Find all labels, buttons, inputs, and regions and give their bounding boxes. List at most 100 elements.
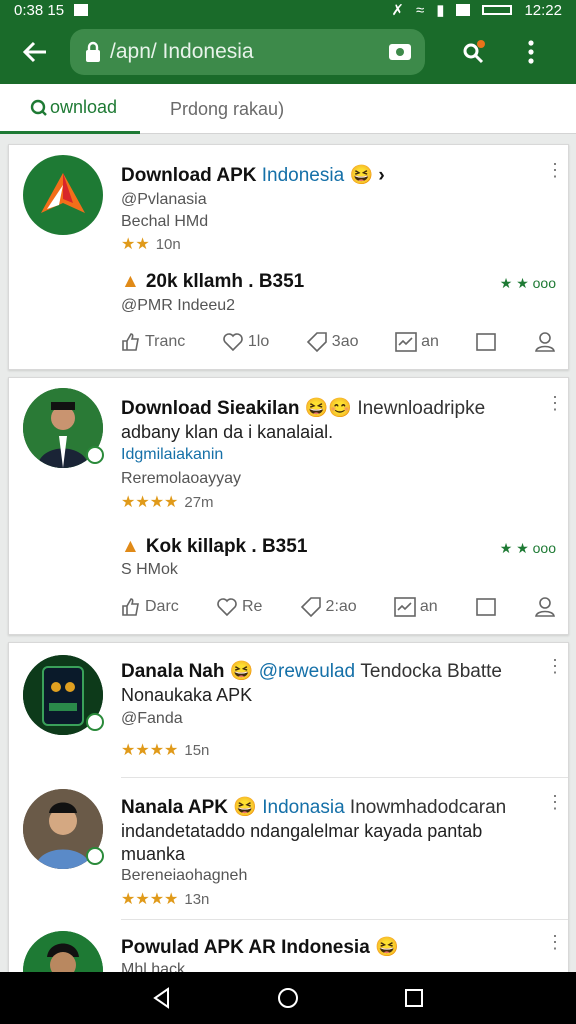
status-time-right: 12:22 bbox=[524, 1, 562, 19]
favorite-button[interactable]: Re bbox=[216, 597, 262, 617]
post-link[interactable]: Idgmilaiakanin bbox=[121, 446, 223, 464]
post-subtitle: Bereneiaohagneh bbox=[121, 867, 248, 884]
menu-button[interactable] bbox=[503, 20, 559, 84]
favorite-button[interactable]: 1lo bbox=[222, 332, 269, 352]
bluetooth-icon: ✗ bbox=[391, 2, 404, 19]
post-stat: ▲ 20k kllamh . B351 bbox=[121, 271, 305, 292]
verified-badge bbox=[86, 713, 104, 731]
post-text: indandetataddo ndangalelmar kayada panta… bbox=[121, 821, 483, 841]
divider bbox=[121, 919, 568, 920]
post-card[interactable]: Download APK Indonesia 😆 › ⋮ @Pvlanasia … bbox=[8, 144, 569, 370]
person-icon bbox=[535, 332, 555, 352]
camera-icon[interactable] bbox=[389, 44, 411, 60]
sim-icon bbox=[456, 4, 471, 16]
tab-bar: ownload Prdong rakau) bbox=[0, 84, 576, 134]
verified-badge bbox=[86, 446, 104, 464]
warning-icon: ▲ bbox=[121, 271, 140, 292]
share-icon bbox=[463, 40, 485, 64]
thumbs-up-icon bbox=[122, 598, 139, 616]
emoji-icon: 😆 › bbox=[349, 165, 385, 186]
post-text: Nonaukaka APK bbox=[121, 685, 253, 705]
back-button[interactable] bbox=[0, 20, 70, 84]
post-title-extra: Inewnloadripke bbox=[357, 398, 486, 419]
post-title[interactable]: Danala Nah 😆 @reweulad Tendocka Bbatte bbox=[121, 659, 502, 683]
post-list-card: Danala Nah 😆 @reweulad Tendocka Bbatte ⋮… bbox=[8, 642, 569, 1011]
post-title[interactable]: Powulad APK AR Indonesia 😆 bbox=[121, 935, 399, 959]
bookmark-icon bbox=[475, 598, 496, 616]
verified-badge bbox=[86, 847, 104, 865]
apk-logo-icon bbox=[41, 173, 85, 213]
share-button[interactable] bbox=[447, 20, 503, 84]
wifi-icon: ≈ bbox=[415, 1, 425, 19]
profile-button[interactable] bbox=[534, 596, 556, 618]
post-actions: Tranc 1lo 3ao an bbox=[121, 331, 556, 353]
lock-icon bbox=[86, 41, 100, 62]
more-options-button[interactable]: ⋮ bbox=[546, 933, 564, 951]
warning-icon: ▲ bbox=[121, 536, 140, 557]
bookmark-button[interactable] bbox=[475, 332, 497, 352]
tab-other[interactable]: Prdong rakau) bbox=[140, 84, 284, 134]
star-rating: ★★ 10n bbox=[121, 236, 181, 253]
like-button[interactable]: Tranc bbox=[121, 332, 185, 352]
tab-label: ownload bbox=[50, 97, 118, 117]
app-logo bbox=[23, 155, 103, 235]
post-actions: Darc Re 2:ao an bbox=[121, 596, 556, 618]
divider bbox=[121, 777, 568, 778]
profile-button[interactable] bbox=[534, 331, 556, 353]
star-rating: ★★★★ 15n bbox=[121, 742, 210, 759]
tag-icon bbox=[306, 332, 327, 353]
post-handle[interactable]: @Fanda bbox=[121, 710, 183, 728]
post-title-extra2: Inowmhadodcaran bbox=[349, 797, 507, 818]
bookmark-icon bbox=[476, 333, 497, 351]
post-subtitle: Reremolaoayyay bbox=[121, 470, 242, 487]
tab-download[interactable]: ownload bbox=[0, 84, 140, 134]
tag-button[interactable]: 2:ao bbox=[300, 596, 357, 618]
post-handle[interactable]: @Pvlanasia bbox=[121, 191, 207, 209]
post-title[interactable]: Download Sieakilan 😆😊 Inewnloadripke bbox=[121, 396, 485, 420]
battery-icon bbox=[482, 5, 513, 15]
post-title-extra: Indonasia bbox=[262, 797, 345, 818]
more-options-button[interactable]: ⋮ bbox=[546, 394, 564, 412]
more-options-button[interactable]: ⋮ bbox=[546, 161, 564, 179]
emoji-icon: 😆😊 bbox=[304, 398, 353, 419]
more-options-button[interactable]: ⋮ bbox=[546, 657, 564, 675]
post-text-2: muanka bbox=[121, 844, 186, 864]
like-button[interactable]: Darc bbox=[121, 597, 179, 617]
signal-icon: ▮ bbox=[436, 2, 445, 19]
star-rating: ★★★★ 27m bbox=[121, 494, 214, 511]
emoji-icon: 😆 bbox=[375, 937, 399, 958]
post-stat: ▲ Kok killapk . B351 bbox=[121, 536, 308, 557]
heart-icon bbox=[217, 598, 237, 617]
url-bar[interactable]: /apn/ Indonesia bbox=[70, 29, 425, 75]
chart-icon bbox=[395, 332, 417, 352]
post-stat-sub: @PMR Indeeu2 bbox=[121, 297, 236, 314]
heart-icon bbox=[223, 333, 243, 352]
emoji-icon: 😆 bbox=[233, 797, 257, 818]
status-bar: 0:38 15 ✗ ≈ ▮ 12:22 bbox=[0, 0, 576, 20]
back-nav-button[interactable] bbox=[152, 987, 172, 1009]
post-card[interactable]: Download Sieakilan 😆😊 Inewnloadripke ⋮ a… bbox=[8, 377, 569, 635]
bookmark-button[interactable] bbox=[475, 597, 497, 617]
stats-button[interactable]: an bbox=[395, 332, 439, 352]
star-rating: ★★★★ 13n bbox=[121, 891, 210, 908]
search-icon bbox=[30, 99, 47, 116]
person-icon bbox=[535, 597, 555, 617]
rating-right: ★ ★ ooo bbox=[499, 540, 556, 556]
more-vert-icon bbox=[528, 40, 534, 64]
more-options-button[interactable]: ⋮ bbox=[546, 793, 564, 811]
post-stat-sub: S HMok bbox=[121, 561, 178, 578]
notification-icon bbox=[74, 4, 89, 16]
post-title[interactable]: Nanala APK 😆 Indonasia Inowmhadodcaran bbox=[121, 795, 506, 819]
post-title-extra: Tendocka Bbatte bbox=[360, 661, 502, 682]
arrow-left-icon bbox=[22, 41, 46, 63]
chart-icon bbox=[394, 597, 416, 617]
url-text: /apn/ Indonesia bbox=[110, 40, 254, 63]
post-title[interactable]: Download APK Indonesia 😆 › bbox=[121, 163, 385, 187]
stats-button[interactable]: an bbox=[394, 597, 438, 617]
tag-button[interactable]: 3ao bbox=[306, 331, 359, 353]
recents-nav-button[interactable] bbox=[404, 988, 424, 1008]
browser-toolbar: /apn/ Indonesia bbox=[0, 20, 576, 84]
home-nav-button[interactable] bbox=[277, 987, 299, 1009]
tag-icon bbox=[300, 597, 321, 618]
post-text: adbany klan da i kanalaial. bbox=[121, 422, 334, 442]
